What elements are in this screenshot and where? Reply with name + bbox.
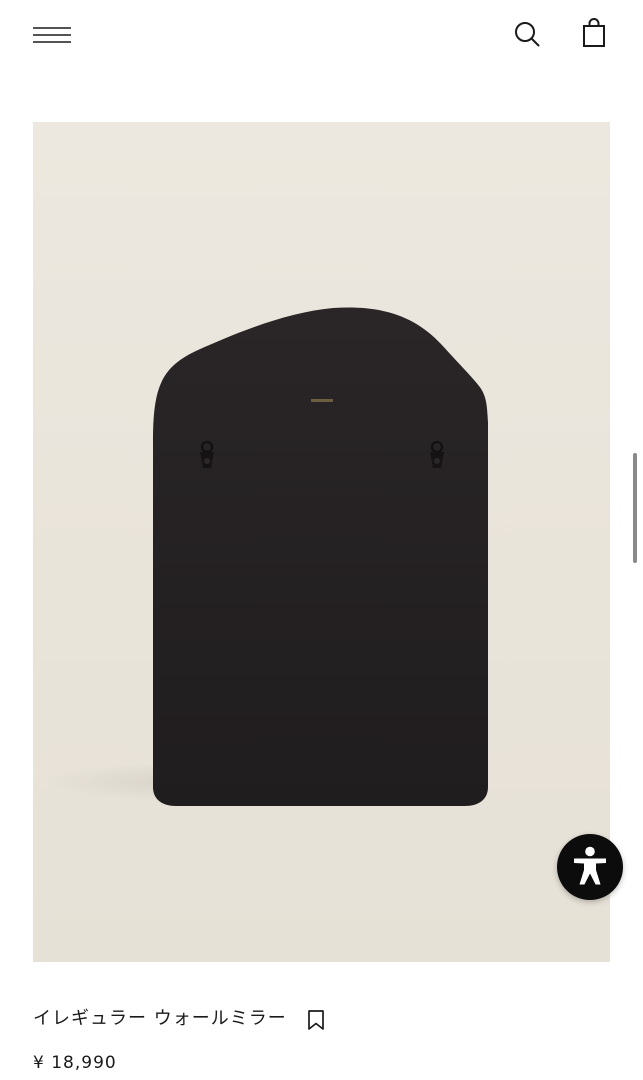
accessibility-icon[interactable] — [557, 834, 623, 900]
mirror-back-panel — [153, 307, 488, 806]
shopping-bag-icon[interactable] — [580, 18, 608, 50]
product-price: ¥ 18,990 — [33, 1053, 117, 1073]
bookmark-icon[interactable] — [305, 1009, 327, 1031]
scrollbar-thumb[interactable] — [633, 453, 637, 563]
brand-label — [311, 399, 333, 402]
mirror-back-image — [43, 307, 488, 806]
product-title: イレギュラー ウォールミラー — [33, 1008, 287, 1029]
product-page: イレギュラー ウォールミラー ¥ 18,990 — [0, 0, 643, 1080]
product-image[interactable] — [33, 122, 610, 962]
hamburger-menu-icon[interactable] — [30, 22, 74, 48]
search-icon[interactable] — [512, 19, 542, 49]
top-navigation-bar — [0, 0, 643, 70]
